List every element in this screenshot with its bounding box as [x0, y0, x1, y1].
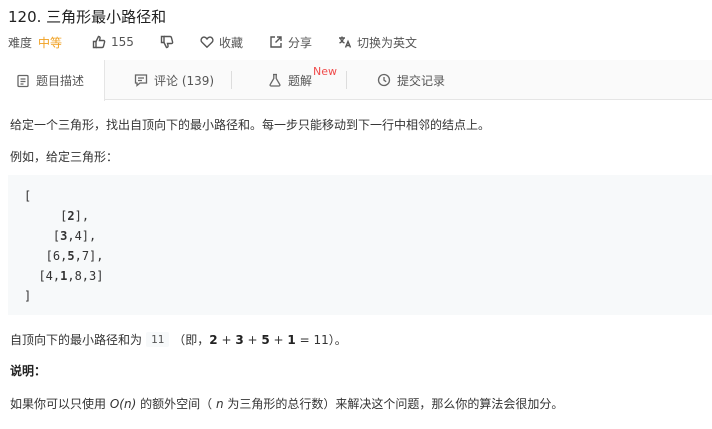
tab-submissions-label: 提交记录 — [397, 73, 446, 88]
favorite-button[interactable]: 收藏 — [200, 34, 243, 51]
result-prefix: 自顶向下的最小路径和为 — [10, 333, 143, 347]
tab-comments-label: 评论 (139) — [154, 73, 215, 88]
difficulty-badge: 中等 — [38, 35, 63, 50]
code-line: ] — [24, 289, 32, 303]
code-line: [3,4], — [24, 229, 97, 243]
problem-title: 120. 三角形最小路径和 — [8, 8, 167, 26]
difficulty-label: 难度 — [8, 35, 33, 50]
result-term: 1 — [287, 332, 296, 347]
document-icon — [17, 74, 29, 87]
switch-language-label: 切换为英文 — [356, 35, 417, 50]
result-term: 5 — [261, 332, 270, 347]
tab-solutions-label-wrap: 题解 New — [288, 65, 337, 89]
code-line: [2], — [24, 209, 90, 223]
code-line: [6,5,7], — [24, 249, 104, 263]
note-mid: 的额外空间（ — [140, 397, 213, 411]
note-heading: 说明： — [10, 364, 47, 378]
dislike-button[interactable] — [160, 35, 174, 49]
note-pre: 如果你可以只使用 — [10, 397, 107, 411]
clock-icon — [377, 73, 391, 87]
result-equals: = 11 — [299, 332, 329, 347]
tab-divider — [346, 71, 347, 89]
note-text: 如果你可以只使用 O(n) 的额外空间（ n 为三角形的总行数）来解决这个问题，… — [10, 395, 563, 412]
tab-divider — [231, 71, 232, 89]
result-open: （即， — [173, 333, 210, 347]
note-n: n — [215, 397, 224, 411]
share-button[interactable]: 分享 — [269, 34, 312, 51]
problem-meta-bar: 难度 中等 155 收藏 分享 切换为英文 — [8, 34, 417, 50]
tab-submissions[interactable]: 提交记录 — [377, 60, 445, 100]
like-button[interactable]: 155 — [92, 35, 134, 49]
translate-icon — [338, 36, 352, 48]
result-inline-code: 11 — [146, 332, 170, 347]
tab-comments[interactable]: 评论 (139) — [134, 60, 214, 100]
note-rest: 为三角形的总行数）来解决这个问题，那么你的算法会很加分。 — [227, 397, 564, 411]
share-icon — [270, 36, 282, 48]
flask-icon — [269, 73, 281, 87]
problem-tabs: 题目描述 评论 (139) 题解 New 提交记录 — [0, 60, 712, 101]
tab-solutions-label: 题解 — [288, 73, 313, 88]
code-line: [ — [24, 189, 32, 203]
favorite-label: 收藏 — [218, 35, 243, 50]
thumbs-up-icon — [92, 35, 106, 49]
example-intro: 例如，给定三角形： — [10, 150, 119, 164]
tab-description-label: 题目描述 — [36, 74, 85, 88]
example-code-block: [ [2], [3,4], [6,5,7], [4,1,8,3] ] — [8, 175, 712, 315]
result-term: 3 — [235, 332, 244, 347]
code-line: [4,1,8,3] — [24, 269, 104, 283]
problem-intro: 给定一个三角形，找出自顶向下的最小路径和。每一步只能移动到下一行中相邻的结点上。 — [10, 118, 491, 132]
like-count: 155 — [111, 35, 134, 49]
switch-language-button[interactable]: 切换为英文 — [338, 34, 417, 51]
share-label: 分享 — [287, 35, 312, 50]
example-result: 自顶向下的最小路径和为 11 （即， 2 + 3 + 5 + 1 = 11 ）。 — [10, 332, 347, 347]
result-term: 2 — [209, 332, 218, 347]
tab-description[interactable]: 题目描述 — [0, 60, 106, 101]
tab-solutions[interactable]: 题解 New — [268, 60, 337, 100]
comment-icon — [134, 74, 148, 87]
heart-icon — [200, 36, 214, 49]
note-complexity: O(n) — [109, 397, 137, 411]
thumbs-down-icon — [160, 35, 174, 49]
new-badge: New — [313, 64, 338, 78]
result-close: ）。 — [328, 333, 347, 347]
